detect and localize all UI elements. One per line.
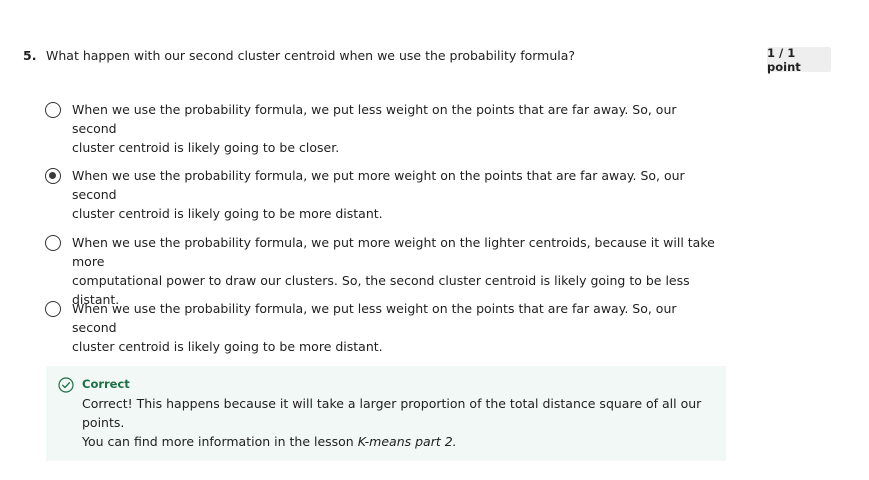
radio-button[interactable] [45,102,61,118]
lesson-reference: K-means part 2. [357,434,457,449]
answer-option-line: When we use the probability formula, we … [72,168,685,202]
radio-button[interactable] [45,235,61,251]
answer-option-line: When we use the probability formula, we … [72,235,715,269]
answer-option-label: When we use the probability formula, we … [72,299,722,356]
score-badge: 1 / 1 point [767,46,831,74]
feedback-panel: Correct Correct! This happens because it… [46,366,726,461]
feedback-status: Correct [82,377,130,391]
question-number: 5. [23,48,37,63]
answer-option-line: cluster centroid is likely going to be m… [72,206,383,221]
answer-option-line: When we use the probability formula, we … [72,102,677,136]
question-text: What happen with our second cluster cent… [46,48,576,63]
answer-option-label: When we use the probability formula, we … [72,100,722,157]
feedback-line-prefix: You can find more information in the les… [82,434,358,449]
feedback-line: Correct! This happens because it will ta… [82,396,702,430]
answer-option-label: When we use the probability formula, we … [72,166,722,223]
answer-option-line: cluster centroid is likely going to be m… [72,339,383,354]
feedback-line: You can find more information in the les… [82,432,722,451]
radio-button[interactable] [45,301,61,317]
check-circle-icon [58,377,74,393]
answer-option-line: cluster centroid is likely going to be c… [72,140,340,155]
answer-option-line: When we use the probability formula, we … [72,301,677,335]
radio-button-selected[interactable] [45,168,61,184]
feedback-text: Correct! This happens because it will ta… [82,394,722,451]
answer-option-label: When we use the probability formula, we … [72,233,722,309]
